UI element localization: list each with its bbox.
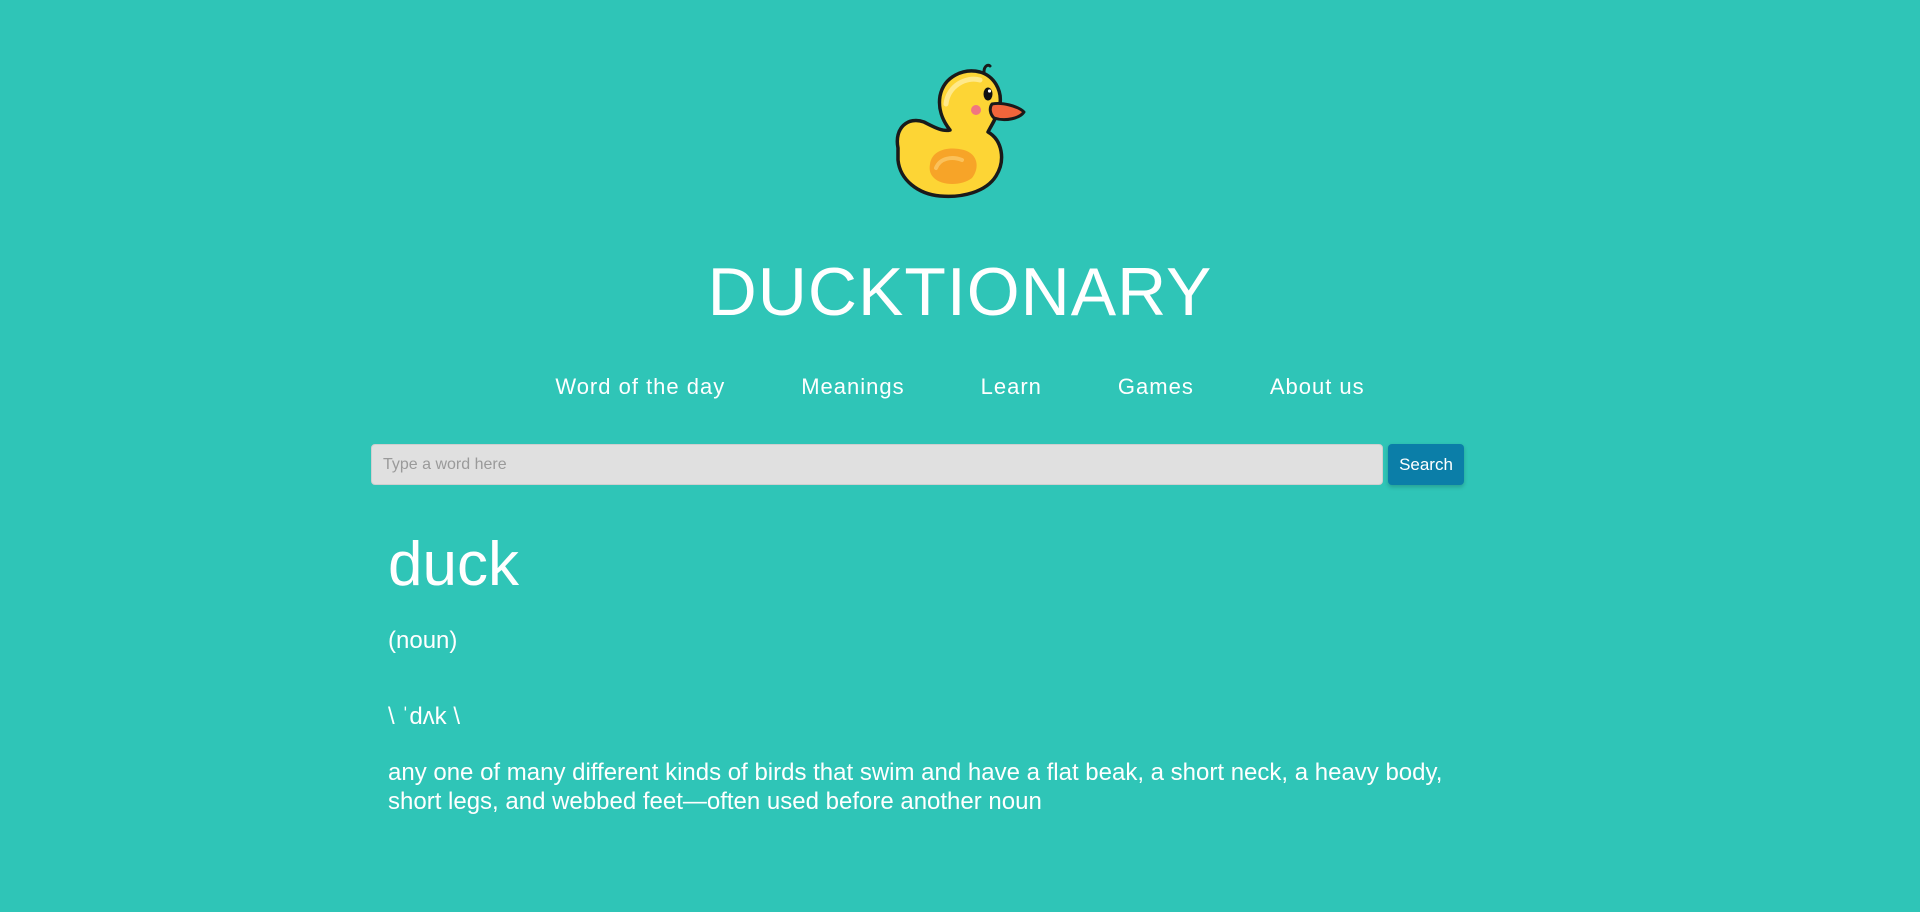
rubber-duck-icon [895,63,1026,199]
search-button[interactable]: Search [1388,444,1464,485]
entry-word: duck [388,530,519,599]
entry-definition: any one of many different kinds of birds… [388,759,1443,815]
site-title: DUCKTIONARY [707,254,1213,330]
nav-item-meanings[interactable]: Meanings [763,370,942,404]
entry-pronunciation: \ ˈdʌk \ [388,703,461,730]
search-bar: Search [371,444,1464,485]
search-input[interactable] [371,444,1383,485]
nav-item-games[interactable]: Games [1080,370,1232,404]
entry-part-of-speech: (noun) [388,627,458,654]
nav-item-about-us[interactable]: About us [1232,370,1403,404]
main-nav: Word of the day Meanings Learn Games Abo… [0,370,1920,404]
nav-item-word-of-the-day[interactable]: Word of the day [517,370,763,404]
nav-item-learn[interactable]: Learn [943,370,1080,404]
word-entry: duck (noun) \ ˈdʌk \ any one of many dif… [388,530,1488,816]
page: DUCKTIONARY Word of the day Meanings Lea… [0,0,1920,912]
